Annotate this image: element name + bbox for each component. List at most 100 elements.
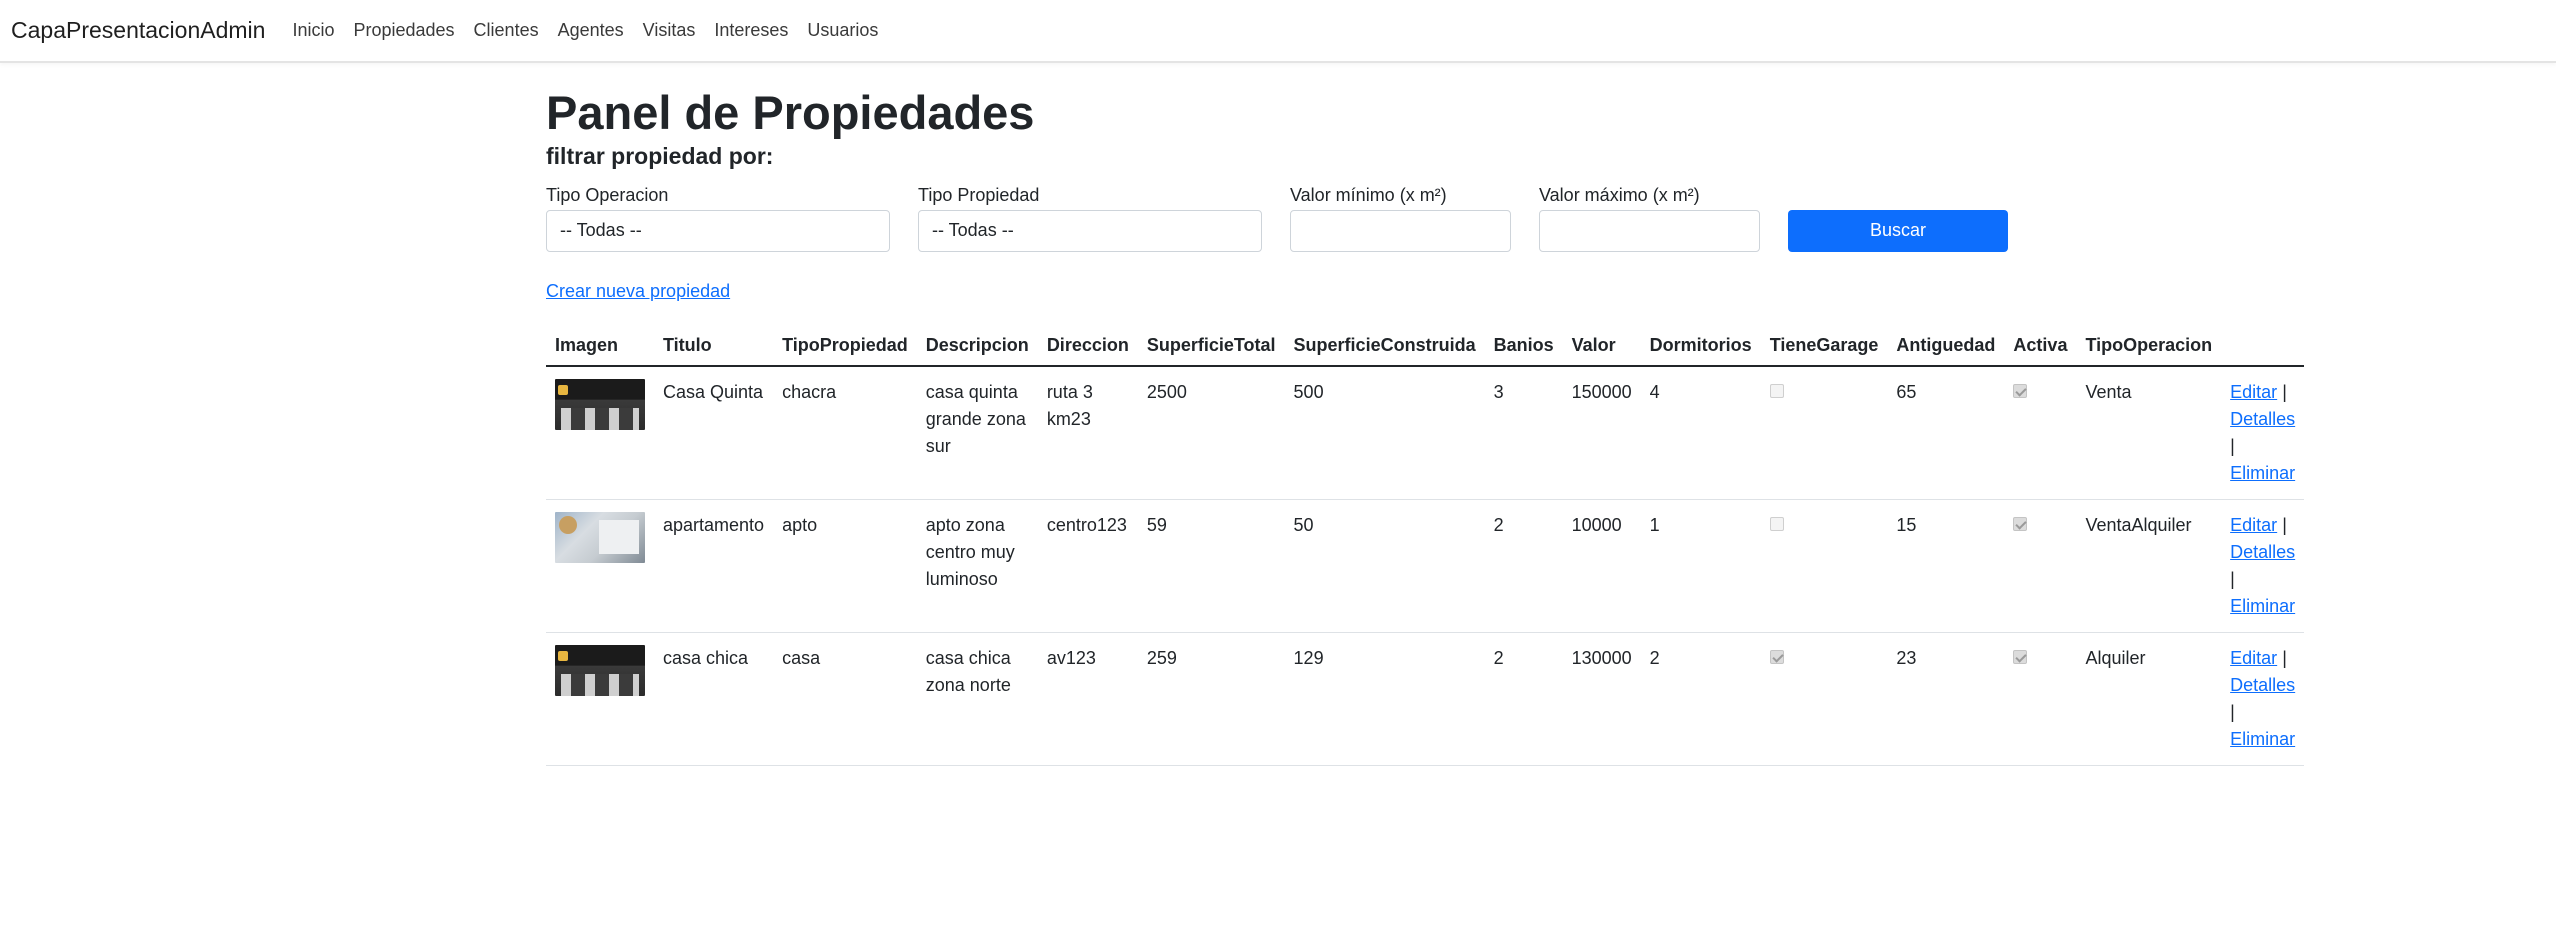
col-imagen: Imagen	[546, 329, 654, 367]
cell-tipo-operacion: Venta	[2076, 365, 2222, 500]
cell-titulo: casa chica	[654, 632, 774, 766]
editar-link[interactable]: Editar	[2230, 382, 2277, 402]
valor-maximo-input[interactable]	[1539, 209, 1760, 252]
filter-valor-minimo: Valor mínimo (x m²)	[1290, 185, 1511, 252]
activa-checkbox	[2013, 649, 2028, 664]
cell-tipo-propiedad: casa	[773, 632, 917, 766]
nav-item-intereses[interactable]: Intereses	[714, 20, 788, 41]
activa-checkbox	[2013, 383, 2028, 398]
col-antiguedad: Antiguedad	[1887, 329, 2005, 367]
cell-actions: Editar | Detalles | Eliminar	[2221, 632, 2305, 766]
cell-direccion: centro123	[1037, 499, 1138, 633]
buscar-button[interactable]: Buscar	[1788, 209, 2008, 252]
editar-link[interactable]: Editar	[2230, 648, 2277, 668]
valor-minimo-input[interactable]	[1290, 209, 1511, 252]
cell-superficie-construida: 50	[1284, 499, 1485, 633]
eliminar-link[interactable]: Eliminar	[2230, 463, 2295, 483]
cell-superficie-total: 59	[1137, 499, 1285, 633]
nav-item-visitas[interactable]: Visitas	[643, 20, 696, 41]
col-direccion: Direccion	[1037, 329, 1138, 367]
cell-descripcion: apto zona centro muy luminoso	[916, 499, 1038, 633]
col-tiene-garage: TieneGarage	[1760, 329, 1888, 367]
col-banios: Banios	[1484, 329, 1563, 367]
activa-checkbox	[2013, 516, 2028, 531]
filter-tipo-propiedad: Tipo Propiedad -- Todas --	[918, 185, 1262, 252]
filter-tipo-operacion: Tipo Operacion -- Todas --	[546, 185, 890, 252]
col-superficie-construida: SuperficieConstruida	[1284, 329, 1485, 367]
cell-tipo-operacion: Alquiler	[2076, 632, 2222, 766]
cell-valor: 10000	[1562, 499, 1641, 633]
valor-maximo-label: Valor máximo (x m²)	[1539, 184, 1700, 205]
table-row: casa chica casa casa chica zona norte av123…	[546, 632, 2305, 766]
separator: |	[2282, 647, 2287, 668]
cell-valor: 150000	[1562, 365, 1641, 500]
col-valor: Valor	[1562, 329, 1641, 367]
cell-descripcion: casa chica zona norte	[916, 632, 1038, 766]
separator: |	[2230, 701, 2235, 722]
detalles-link[interactable]: Detalles	[2230, 675, 2295, 695]
cell-direccion: ruta 3 km23	[1037, 365, 1138, 500]
cell-actions: Editar | Detalles | Eliminar	[2221, 499, 2305, 633]
cell-tiene-garage	[1760, 499, 1888, 633]
separator: |	[2230, 568, 2235, 589]
cell-banios: 2	[1484, 499, 1563, 633]
cell-tiene-garage	[1760, 632, 1888, 766]
eliminar-link[interactable]: Eliminar	[2230, 729, 2295, 749]
filter-valor-maximo: Valor máximo (x m²)	[1539, 185, 1760, 252]
cell-banios: 3	[1484, 365, 1563, 500]
detalles-link[interactable]: Detalles	[2230, 542, 2295, 562]
cell-antiguedad: 23	[1887, 632, 2005, 766]
cell-descripcion: casa quinta grande zona sur	[916, 365, 1038, 500]
tipo-operacion-select[interactable]: -- Todas --	[546, 209, 890, 252]
cell-superficie-construida: 129	[1284, 632, 1485, 766]
cell-direccion: av123	[1037, 632, 1138, 766]
table-header-row: Imagen Titulo TipoPropiedad Descripcion …	[546, 329, 2305, 367]
main-container: Panel de Propiedades filtrar propiedad p…	[546, 63, 2305, 766]
cell-dormitorios: 2	[1640, 632, 1761, 766]
col-dormitorios: Dormitorios	[1640, 329, 1761, 367]
tipo-propiedad-select[interactable]: -- Todas --	[918, 209, 1262, 252]
cell-tipo-operacion: VentaAlquiler	[2076, 499, 2222, 633]
cell-actions: Editar | Detalles | Eliminar	[2221, 365, 2305, 500]
eliminar-link[interactable]: Eliminar	[2230, 596, 2295, 616]
cell-activa	[2004, 632, 2077, 766]
cell-titulo: Casa Quinta	[654, 365, 774, 500]
tiene-garage-checkbox	[1769, 649, 1784, 664]
nav-item-usuarios[interactable]: Usuarios	[807, 20, 878, 41]
cell-dormitorios: 4	[1640, 365, 1761, 500]
cell-superficie-construida: 500	[1284, 365, 1485, 500]
separator: |	[2230, 435, 2235, 456]
property-thumbnail	[555, 378, 645, 430]
cell-activa	[2004, 499, 2077, 633]
col-superficie-total: SuperficieTotal	[1137, 329, 1285, 367]
separator: |	[2282, 514, 2287, 535]
brand-link[interactable]: CapaPresentacionAdmin	[11, 17, 265, 44]
editar-link[interactable]: Editar	[2230, 515, 2277, 535]
cell-tiene-garage	[1760, 365, 1888, 500]
tiene-garage-checkbox	[1769, 516, 1784, 531]
cell-imagen	[546, 499, 654, 633]
cell-dormitorios: 1	[1640, 499, 1761, 633]
page-title: Panel de Propiedades	[546, 86, 1035, 139]
nav-item-propiedades[interactable]: Propiedades	[353, 20, 454, 41]
cell-activa	[2004, 365, 2077, 500]
col-actions	[2221, 329, 2305, 367]
nav-item-agentes[interactable]: Agentes	[558, 20, 624, 41]
col-titulo: Titulo	[654, 329, 774, 367]
filter-form: Tipo Operacion -- Todas -- Tipo Propieda…	[546, 185, 2280, 252]
cell-titulo: apartamento	[654, 499, 774, 633]
tiene-garage-checkbox	[1769, 383, 1784, 398]
nav-item-inicio[interactable]: Inicio	[292, 20, 334, 41]
crear-propiedad-link[interactable]: Crear nueva propiedad	[546, 281, 730, 302]
cell-imagen	[546, 365, 654, 500]
propiedades-table: Imagen Titulo TipoPropiedad Descripcion …	[546, 329, 2305, 766]
table-row: Casa Quinta chacra casa quinta grande zona…	[546, 365, 2305, 500]
cell-antiguedad: 15	[1887, 499, 2005, 633]
top-navbar: CapaPresentacionAdmin Inicio Propiedades…	[0, 0, 2556, 63]
filter-subtitle: filtrar propiedad por:	[546, 143, 774, 170]
tipo-propiedad-label: Tipo Propiedad	[918, 184, 1040, 205]
detalles-link[interactable]: Detalles	[2230, 409, 2295, 429]
property-thumbnail	[555, 511, 645, 563]
cell-antiguedad: 65	[1887, 365, 2005, 500]
nav-item-clientes[interactable]: Clientes	[474, 20, 539, 41]
